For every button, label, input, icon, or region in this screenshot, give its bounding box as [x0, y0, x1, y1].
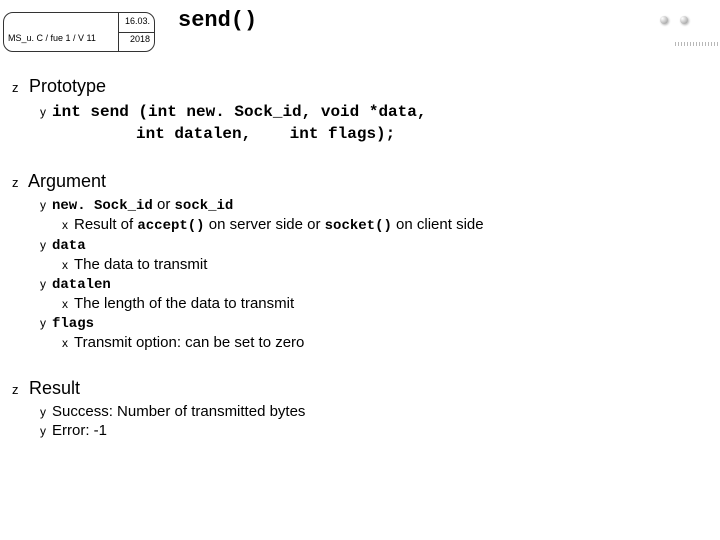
bullet-y-icon: y — [40, 316, 52, 330]
code-line: int send (int new. Sock_id, void *data, — [52, 103, 426, 121]
result-item: yError: -1 — [40, 422, 700, 439]
bullet-x-icon: x — [62, 218, 74, 232]
arg-desc: xThe data to transmit — [62, 256, 700, 273]
arg-name: data — [52, 238, 86, 254]
code-inline: accept() — [137, 218, 204, 234]
bullet-x-icon: x — [62, 336, 74, 350]
dot-icon — [660, 16, 668, 24]
arg-name: datalen — [52, 277, 111, 293]
arg-name-alt: sock_id — [175, 198, 234, 214]
bullet-x-icon: x — [62, 258, 74, 272]
bullet-z-icon: z — [12, 382, 24, 397]
code-line: int datalen, int flags); — [40, 125, 395, 143]
bullet-y-icon: y — [40, 405, 52, 419]
divider-horizontal — [119, 32, 154, 33]
desc-text: on client side — [392, 216, 484, 233]
bullet-y-icon: y — [40, 101, 52, 123]
bullet-x-icon: x — [62, 297, 74, 311]
heading-text: Argument — [28, 171, 106, 191]
arg-name: flags — [52, 316, 94, 332]
desc-text: The data to transmit — [74, 256, 207, 273]
arg-desc: xThe length of the data to transmit — [62, 295, 700, 312]
bullet-y-icon: y — [40, 277, 52, 291]
section-prototype-heading: z Prototype — [12, 76, 700, 97]
result-item: ySuccess: Number of transmitted bytes — [40, 403, 700, 420]
course-id: MS_u. C / fue 1 / V 11 — [8, 33, 96, 43]
arg-desc: xTransmit option: can be set to zero — [62, 334, 700, 351]
prototype-code: yint send (int new. Sock_id, void *data,… — [40, 101, 700, 145]
bullet-y-icon: y — [40, 238, 52, 252]
bullet-z-icon: z — [12, 175, 24, 190]
section-result-heading: z Result — [12, 378, 700, 399]
header-meta-box: MS_u. C / fue 1 / V 11 16.03. 2018 — [3, 12, 155, 52]
result-text: Success: Number of transmitted bytes — [52, 403, 305, 420]
date-line2: 2018 — [130, 34, 150, 44]
corner-line — [675, 42, 720, 46]
page-title: send() — [178, 8, 257, 33]
content-area: z Prototype yint send (int new. Sock_id,… — [12, 68, 700, 441]
result-text: Error: -1 — [52, 422, 107, 439]
bullet-z-icon: z — [12, 80, 24, 95]
section-argument-heading: z Argument — [12, 171, 700, 192]
arg-item: ydatalen — [40, 275, 700, 293]
arg-desc: xResult of accept() on server side or so… — [62, 216, 700, 234]
date-line1: 16.03. — [125, 16, 150, 26]
desc-text: on server side or — [205, 216, 325, 233]
arg-item: ynew. Sock_id or sock_id — [40, 196, 700, 214]
desc-text: Transmit option: can be set to zero — [74, 334, 304, 351]
bullet-y-icon: y — [40, 424, 52, 438]
code-inline: socket() — [325, 218, 392, 234]
arg-item: ydata — [40, 236, 700, 254]
arg-joiner: or — [153, 196, 175, 213]
arg-name: new. Sock_id — [52, 198, 153, 214]
corner-decoration — [660, 16, 688, 24]
dot-icon — [680, 16, 688, 24]
bullet-y-icon: y — [40, 198, 52, 212]
heading-text: Prototype — [29, 76, 106, 96]
heading-text: Result — [29, 378, 80, 398]
desc-text: Result of — [74, 216, 137, 233]
desc-text: The length of the data to transmit — [74, 295, 294, 312]
arg-item: yflags — [40, 314, 700, 332]
